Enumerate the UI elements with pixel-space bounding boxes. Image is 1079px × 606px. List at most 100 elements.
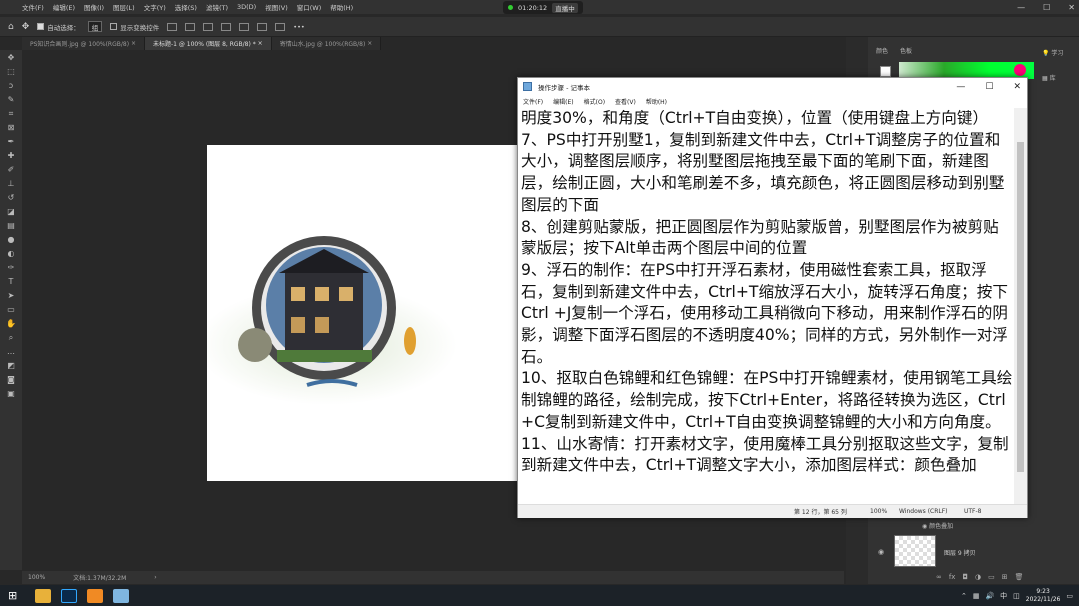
lasso-icon[interactable]: ↄ: [9, 81, 13, 91]
tab-color[interactable]: 颜色: [876, 46, 888, 55]
brush-icon[interactable]: ✐: [8, 165, 15, 175]
start-icon[interactable]: ⊞: [8, 589, 17, 602]
tab-document-1[interactable]: PS知识合画则.jpg @ 100%(RGB/8) ×: [22, 37, 145, 50]
menu-help[interactable]: 帮助(H): [330, 2, 353, 12]
notepad-minimize-icon[interactable]: —: [956, 82, 965, 92]
pen-icon[interactable]: ✑: [8, 263, 15, 273]
show-transform-checkbox[interactable]: 显示变换控件: [110, 22, 159, 32]
notepad-menu-edit[interactable]: 编辑(E): [553, 97, 573, 106]
ime-indicator[interactable]: 中: [1000, 591, 1007, 601]
explorer-icon[interactable]: [35, 588, 52, 603]
dodge-icon[interactable]: ◐: [8, 249, 15, 259]
frame-icon[interactable]: ⊠: [8, 123, 15, 133]
blur-icon[interactable]: ●: [8, 235, 15, 245]
home-icon[interactable]: ⌂: [8, 22, 14, 32]
document-canvas[interactable]: [207, 145, 525, 481]
layer-visibility-icon[interactable]: ◉: [878, 548, 884, 556]
recorder-app-icon[interactable]: [87, 588, 104, 603]
encoding: UTF-8: [964, 508, 982, 515]
foreground-color-swatch[interactable]: [880, 66, 891, 77]
accent-color-swatch[interactable]: [1014, 64, 1026, 76]
shape-icon[interactable]: ▭: [7, 305, 15, 315]
marquee-icon[interactable]: ⬚: [7, 67, 15, 77]
more-tools-icon[interactable]: …: [7, 347, 15, 357]
auto-select-checkbox[interactable]: 自动选择：: [37, 22, 80, 32]
minimize-icon[interactable]: —: [1017, 3, 1025, 12]
notepad-scroll-thumb[interactable]: [1017, 142, 1024, 472]
more-options-icon[interactable]: •••: [293, 23, 305, 31]
tab-document-3[interactable]: 寄情山水.jpg @ 100%(RGB/8) ×: [271, 37, 382, 50]
notification-icon[interactable]: ▭: [1066, 592, 1073, 600]
status-arrow-icon[interactable]: ›: [154, 574, 156, 581]
align-bottom-icon[interactable]: [257, 22, 268, 31]
ime-mode-icon[interactable]: ◫: [1013, 592, 1020, 600]
move-icon[interactable]: ✥: [8, 53, 15, 63]
eyedropper-icon[interactable]: ✒: [8, 137, 15, 147]
type-icon[interactable]: T: [9, 277, 14, 287]
folder-icon[interactable]: ▭: [988, 573, 995, 581]
tab-document-2[interactable]: 未标题-1 @ 100% (图层 8, RGB/8) * ×: [144, 37, 272, 50]
menu-image[interactable]: 图像(I): [84, 2, 104, 12]
magic-wand-icon[interactable]: ✎: [8, 95, 15, 105]
notepad-close-icon[interactable]: ✕: [1013, 82, 1021, 92]
eraser-icon[interactable]: ◪: [7, 207, 15, 217]
menu-filter[interactable]: 滤镜(T): [206, 2, 228, 12]
notepad-menu-view[interactable]: 查看(V): [615, 97, 636, 106]
volume-icon[interactable]: 🔊: [985, 592, 994, 600]
stamp-icon[interactable]: ⊥: [8, 179, 15, 189]
maximize-icon[interactable]: ☐: [1043, 3, 1050, 12]
color-swatches-icon[interactable]: ◩: [7, 361, 15, 371]
notepad-titlebar[interactable]: 操作步骤 - 记事本 — ☐ ✕: [518, 78, 1027, 95]
learn-item[interactable]: 💡 学习: [1042, 48, 1079, 57]
photoshop-icon[interactable]: [61, 588, 78, 603]
layer-thumbnail[interactable]: [894, 535, 936, 567]
align-middle-icon[interactable]: [239, 22, 250, 31]
trash-icon[interactable]: 🗑: [1015, 573, 1024, 581]
clock[interactable]: 9:23 2022/11/26: [1026, 588, 1061, 604]
new-layer-icon[interactable]: ⊞: [1002, 573, 1008, 581]
adjustment-icon[interactable]: ◑: [975, 573, 981, 581]
zoom-icon[interactable]: ⌕: [9, 333, 13, 343]
menu-type[interactable]: 文字(Y): [144, 2, 166, 12]
link-icon[interactable]: ∞: [936, 573, 942, 581]
healing-icon[interactable]: ✚: [8, 151, 15, 161]
hand-icon[interactable]: ✋: [6, 319, 16, 329]
notepad-menu-file[interactable]: 文件(F): [523, 97, 543, 106]
menu-layer[interactable]: 图层(L): [113, 2, 135, 12]
align-center-icon[interactable]: [185, 22, 196, 31]
distribute-icon[interactable]: [275, 22, 286, 31]
path-select-icon[interactable]: ➤: [8, 291, 15, 301]
layer-name[interactable]: 图层 9 拷贝: [944, 548, 976, 557]
fx-icon[interactable]: fx: [949, 573, 956, 581]
menu-3d[interactable]: 3D(D): [237, 3, 256, 11]
menu-select[interactable]: 选择(S): [175, 2, 197, 12]
layer-effect[interactable]: ◉ 颜色叠加: [922, 521, 953, 530]
crop-icon[interactable]: ⌗: [9, 109, 14, 119]
network-icon[interactable]: ▦: [973, 592, 980, 600]
gradient-icon[interactable]: ▤: [7, 221, 15, 231]
screen-mode-icon[interactable]: ▣: [7, 389, 15, 399]
align-right-icon[interactable]: [203, 22, 214, 31]
eye-icon[interactable]: ◉: [922, 523, 927, 530]
tab-swatches[interactable]: 色板: [900, 46, 912, 55]
align-top-icon[interactable]: [221, 22, 232, 31]
menu-edit[interactable]: 编辑(E): [53, 2, 75, 12]
quick-mask-icon[interactable]: ◙: [7, 375, 15, 385]
align-left-icon[interactable]: [167, 22, 178, 31]
history-brush-icon[interactable]: ↺: [8, 193, 15, 203]
menu-file[interactable]: 文件(F): [22, 2, 44, 12]
close-icon[interactable]: ✕: [1068, 3, 1075, 12]
notepad-maximize-icon[interactable]: ☐: [985, 82, 993, 92]
tray-expand-icon[interactable]: ⌃: [961, 592, 967, 600]
auto-select-target-select[interactable]: 组: [87, 21, 103, 32]
mask-icon[interactable]: ◘: [962, 573, 968, 581]
library-item[interactable]: ▦ 库: [1042, 73, 1079, 82]
notepad-app-icon[interactable]: [113, 588, 130, 603]
move-tool-icon[interactable]: ✥: [22, 22, 30, 32]
menu-view[interactable]: 视图(V): [265, 2, 288, 12]
notepad-menu-format[interactable]: 格式(O): [584, 97, 605, 106]
notepad-text-area[interactable]: 明度30%，和角度（Ctrl+T自由变换），位置（使用键盘上方向键） 7、PS中…: [520, 108, 1014, 492]
zoom-level[interactable]: 100%: [28, 574, 45, 581]
notepad-menu-help[interactable]: 帮助(H): [646, 97, 667, 106]
menu-window[interactable]: 窗口(W): [297, 2, 322, 12]
